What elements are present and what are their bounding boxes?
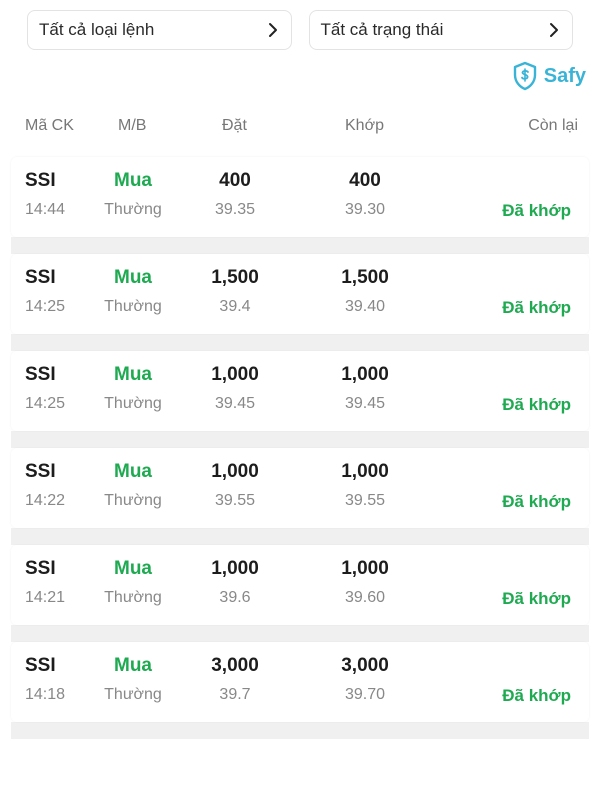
status-filter[interactable]: Tất cả trạng thái [308, 10, 573, 50]
order-side: Mua [114, 364, 152, 385]
order-type: Thường [104, 201, 162, 218]
matched-price: 39.60 [344, 589, 386, 606]
order-type: Thường [104, 395, 162, 412]
order-qty: 3,000 [211, 655, 259, 676]
status-badge: Đã khớp [502, 201, 571, 220]
matched-price: 39.45 [344, 395, 386, 412]
col-order: Đặt [222, 117, 247, 134]
order-type: Thường [104, 492, 162, 509]
matched-price: 39.40 [344, 298, 386, 315]
order-side: Mua [114, 267, 152, 288]
matched-qty: 1,500 [341, 267, 389, 288]
col-remaining: Còn lại [528, 117, 578, 134]
status-badge: Đã khớp [502, 686, 571, 705]
order-time: 14:18 [25, 686, 66, 703]
row-divider [11, 625, 589, 642]
row-divider [11, 334, 589, 351]
order-time: 14:21 [25, 589, 66, 606]
order-symbol: SSI [25, 170, 56, 191]
matched-qty: 3,000 [341, 655, 389, 676]
row-divider [11, 528, 589, 545]
shield-dollar-icon [512, 61, 538, 91]
order-price: 39.35 [214, 201, 256, 218]
status-badge: Đã khớp [502, 589, 571, 608]
order-symbol: SSI [25, 461, 56, 482]
brand-logo: Safy [512, 61, 586, 91]
order-list: SSI Mua 400 400 14:44 Thường 39.35 39.30… [11, 157, 589, 739]
order-time: 14:44 [25, 201, 66, 218]
order-symbol: SSI [25, 364, 56, 385]
order-type-filter[interactable]: Tất cả loại lệnh [27, 10, 292, 50]
order-symbol: SSI [25, 558, 56, 579]
order-type: Thường [104, 686, 162, 703]
order-row[interactable]: SSI Mua 1,000 1,000 14:21 Thường 39.6 39… [11, 545, 589, 625]
order-qty: 400 [219, 170, 251, 191]
order-side: Mua [114, 170, 152, 191]
order-price: 39.6 [219, 589, 251, 606]
order-symbol: SSI [25, 655, 56, 676]
order-time: 14:25 [25, 298, 66, 315]
matched-price: 39.70 [344, 686, 386, 703]
column-headers: Mã CK M/B Đặt Khớp Còn lại [0, 117, 600, 139]
order-symbol: SSI [25, 267, 56, 288]
order-price: 39.45 [214, 395, 256, 412]
order-time: 14:22 [25, 492, 66, 509]
order-side: Mua [114, 461, 152, 482]
order-price: 39.55 [214, 492, 256, 509]
status-badge: Đã khớp [502, 298, 571, 317]
matched-price: 39.55 [344, 492, 386, 509]
matched-qty: 1,000 [341, 364, 389, 385]
order-row[interactable]: SSI Mua 400 400 14:44 Thường 39.35 39.30… [11, 157, 589, 237]
order-qty: 1,500 [211, 267, 259, 288]
row-divider [11, 722, 589, 739]
brand-name: Safy [543, 64, 586, 87]
row-divider [11, 237, 589, 254]
col-symbol: Mã CK [25, 117, 74, 134]
matched-qty: 400 [349, 170, 381, 191]
row-divider [11, 431, 589, 448]
chevron-right-icon [548, 22, 560, 38]
status-filter-label: Tất cả trạng thái [320, 20, 444, 39]
matched-price: 39.30 [344, 201, 386, 218]
order-row[interactable]: SSI Mua 1,500 1,500 14:25 Thường 39.4 39… [11, 254, 589, 334]
status-badge: Đã khớp [502, 395, 571, 414]
order-side: Mua [114, 558, 152, 579]
order-price: 39.7 [219, 686, 251, 703]
order-qty: 1,000 [211, 558, 259, 579]
status-badge: Đã khớp [502, 492, 571, 511]
order-type: Thường [104, 298, 162, 315]
order-qty: 1,000 [211, 364, 259, 385]
col-matched: Khớp [345, 117, 384, 134]
order-row[interactable]: SSI Mua 1,000 1,000 14:22 Thường 39.55 3… [11, 448, 589, 528]
filter-bar: Tất cả loại lệnh Tất cả trạng thái [27, 10, 573, 50]
order-row[interactable]: SSI Mua 1,000 1,000 14:25 Thường 39.45 3… [11, 351, 589, 431]
order-type: Thường [104, 589, 162, 606]
order-qty: 1,000 [211, 461, 259, 482]
chevron-right-icon [267, 22, 279, 38]
matched-qty: 1,000 [341, 461, 389, 482]
order-row[interactable]: SSI Mua 3,000 3,000 14:18 Thường 39.7 39… [11, 642, 589, 722]
order-time: 14:25 [25, 395, 66, 412]
col-side: M/B [118, 117, 147, 134]
matched-qty: 1,000 [341, 558, 389, 579]
order-type-filter-label: Tất cả loại lệnh [39, 20, 155, 39]
order-price: 39.4 [219, 298, 251, 315]
order-side: Mua [114, 655, 152, 676]
